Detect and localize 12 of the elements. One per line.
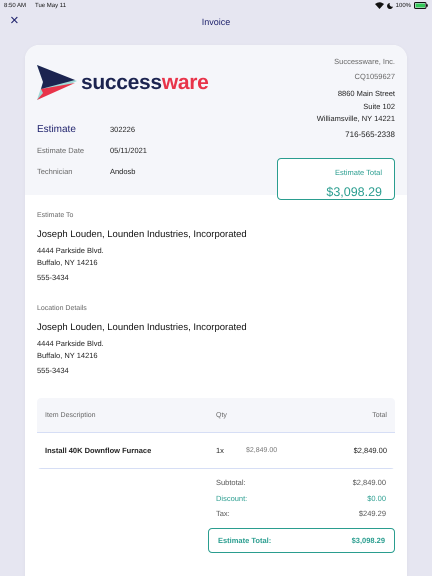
total-amount: $3,098.29 bbox=[326, 184, 382, 198]
estimate-label: Estimate bbox=[37, 124, 77, 135]
wifi-icon bbox=[374, 2, 384, 9]
battery-icon bbox=[414, 2, 428, 9]
page-title: Invoice bbox=[202, 17, 230, 27]
moon-icon bbox=[386, 2, 393, 8]
customer-name: Joseph Louden, Lounden Industries, Incorporated bbox=[37, 229, 248, 240]
close-button[interactable]: × bbox=[8, 13, 21, 29]
customer-name: Joseph Louden, Lounden Industries, Incorporated bbox=[37, 322, 248, 333]
company-phone: 716-565-2338 bbox=[345, 130, 395, 138]
logo-text: successware bbox=[81, 70, 208, 94]
logo-icon bbox=[37, 65, 77, 100]
